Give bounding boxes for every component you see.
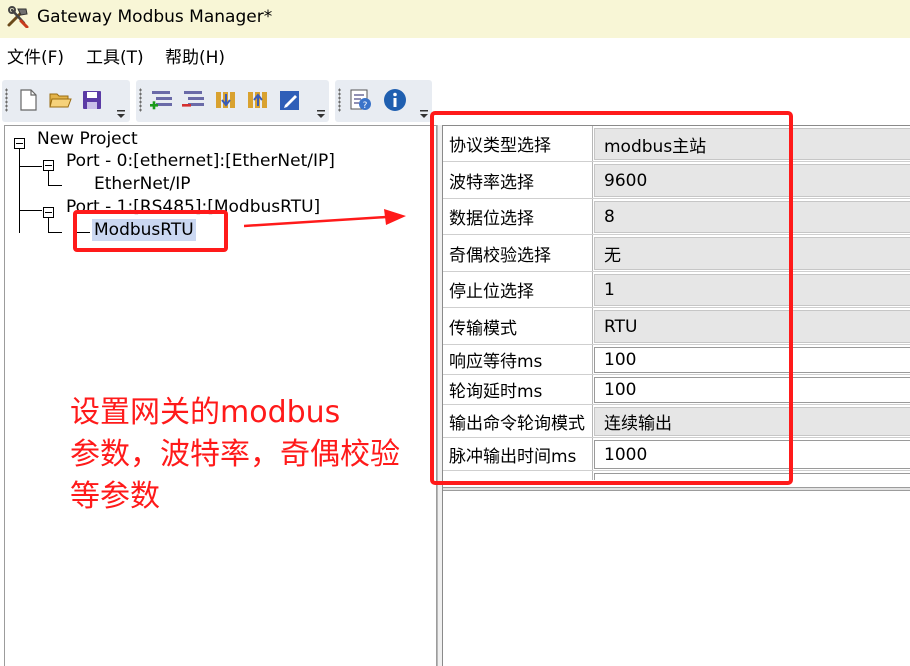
export-icon[interactable] [246,88,270,112]
app-tools-icon [6,6,30,29]
grid-divider[interactable] [443,487,910,491]
collapse-icon[interactable] [43,203,54,218]
chevron-down-icon[interactable] [419,104,429,118]
annotation-text: 设置网关的modbus 参数，波特率，奇偶校验 等参数 [70,392,440,518]
window-title: Gateway Modbus Manager* [37,7,273,27]
svg-text:?: ? [363,101,368,111]
toolbar-port [136,80,329,122]
collapse-icon[interactable] [14,134,25,149]
tree-connector [19,166,42,167]
collapse-icon[interactable] [43,156,54,171]
menu-file[interactable]: 文件(F) [7,48,64,68]
menu-help[interactable]: 帮助(H) [165,48,225,68]
annotation-line: 等参数 [70,479,160,514]
tree-port-ethernet[interactable]: Port - 0:[ethernet]:[EtherNet/IP] [66,150,335,172]
open-folder-icon[interactable] [48,88,72,112]
add-port-icon[interactable] [150,88,174,112]
toolbar-help: ? [335,80,432,122]
new-file-icon[interactable] [16,88,40,112]
annotation-line: 参数，波特率，奇偶校验 [70,437,400,472]
title-bar: Gateway Modbus Manager* [0,0,910,38]
toolbar-file [2,80,130,122]
help-icon[interactable]: ? [349,88,373,112]
edit-config-icon[interactable] [278,88,302,112]
tree-connector [19,144,20,233]
tree-connector [48,171,49,185]
toolbar-grip[interactable] [5,88,8,112]
chevron-down-icon[interactable] [316,104,326,118]
highlight-box-tree [73,210,228,252]
info-icon[interactable] [383,88,407,112]
tree-root-label[interactable]: New Project [37,128,138,150]
remove-port-icon[interactable] [182,88,206,112]
toolbar-grip[interactable] [338,88,341,112]
menu-tools[interactable]: 工具(T) [86,48,144,68]
annotation-line: 设置网关的modbus [70,395,341,430]
tree-connector [19,210,42,211]
highlight-box-grid [430,111,793,485]
red-arrow-icon [244,209,406,228]
toolbar-grip[interactable] [139,88,142,112]
chevron-down-icon[interactable] [116,104,126,118]
save-icon[interactable] [80,88,104,112]
tree-connector [48,185,62,186]
import-icon[interactable] [214,88,238,112]
tree-item-ethernet-ip[interactable]: EtherNet/IP [94,173,190,195]
menu-bar: 文件(F) 工具(T) 帮助(H) [0,38,910,78]
tree-connector [48,232,62,233]
